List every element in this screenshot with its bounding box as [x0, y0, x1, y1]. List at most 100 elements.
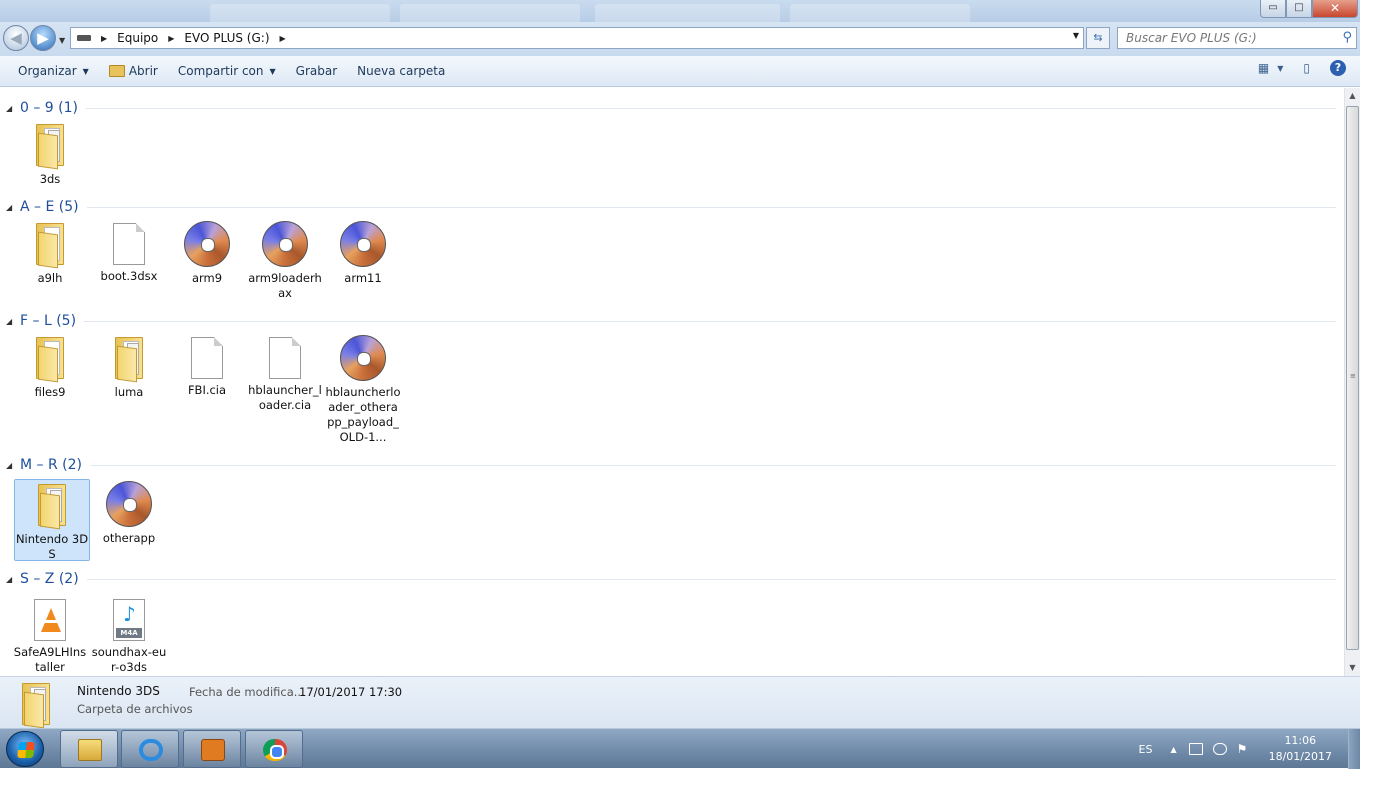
new-folder-label: Nueva carpeta — [357, 64, 446, 78]
share-label: Compartir con — [177, 64, 264, 78]
folder-icon — [20, 681, 52, 728]
close-button[interactable]: ✕ — [1312, 0, 1358, 18]
share-button[interactable]: Compartir con ▼ — [168, 59, 286, 83]
group-title: A – E (5) — [20, 199, 79, 215]
drive-icon — [77, 35, 91, 41]
clock-time: 11:06 — [1284, 734, 1317, 747]
breadcrumb-drive[interactable]: EVO PLUS (G:) — [184, 31, 269, 45]
group-header[interactable]: ◢ M – R (2) — [6, 455, 1336, 475]
back-button[interactable]: ◀ — [3, 25, 29, 51]
help-icon[interactable]: ? — [1330, 60, 1346, 76]
address-bar[interactable]: ▶ Equipo ▶ EVO PLUS (G:) ▶ ▼ — [70, 27, 1084, 49]
start-button[interactable] — [6, 731, 44, 767]
change-view-icon[interactable]: ▦ — [1258, 61, 1269, 75]
group-header[interactable]: ◢ F – L (5) — [6, 311, 1336, 331]
disc-image-icon — [340, 221, 386, 267]
burn-button[interactable]: Grabar — [286, 59, 348, 83]
folder-icon — [34, 122, 66, 170]
taskbar-chrome[interactable] — [245, 730, 303, 768]
minimize-button[interactable]: ▭ — [1260, 0, 1286, 18]
file-item-hblauncher-loader-cia[interactable]: hblauncher_loader.cia — [247, 335, 323, 413]
address-row: ◀ ▶ ▼ ▶ Equipo ▶ EVO PLUS (G:) ▶ ▼ ⇆ Busca… — [0, 22, 1360, 56]
file-item-arm11[interactable]: arm11 — [325, 221, 401, 286]
breadcrumb-equipo[interactable]: Equipo — [117, 31, 158, 45]
file-item-fbi-cia[interactable]: FBI.cia — [169, 335, 245, 398]
file-item-3ds[interactable]: 3ds — [12, 122, 88, 187]
m4a-icon: ♪ M4A — [113, 599, 145, 641]
search-input[interactable]: Buscar EVO PLUS (G:) ⚲ — [1117, 27, 1357, 49]
file-item-luma[interactable]: luma — [91, 335, 167, 400]
disc-image-icon — [262, 221, 308, 267]
group-header[interactable]: ◢ 0 – 9 (1) — [6, 98, 1336, 118]
scroll-down-icon[interactable]: ▼ — [1345, 660, 1360, 676]
file-item-files9[interactable]: files9 — [12, 335, 88, 400]
open-button[interactable]: Abrir — [99, 59, 168, 83]
details-modified-value[interactable]: 17/01/2017 17:30 — [299, 685, 402, 699]
collapse-triangle-icon[interactable]: ◢ — [6, 575, 20, 584]
action-center-flag-icon[interactable]: ⚑ — [1237, 743, 1251, 755]
refresh-button[interactable]: ⇆ — [1086, 27, 1110, 49]
search-icon[interactable]: ⚲ — [1342, 28, 1352, 48]
folder-icon — [113, 335, 145, 383]
scroll-up-icon[interactable]: ▲ — [1345, 88, 1360, 104]
group-header[interactable]: ◢ A – E (5) — [6, 197, 1336, 217]
scroll-thumb[interactable]: ≡ — [1346, 106, 1359, 650]
file-label: arm11 — [344, 271, 382, 285]
command-bar: Organizar ▼ Abrir Compartir con ▼ Grabar N… — [0, 56, 1360, 87]
file-item-boot-3dsx[interactable]: boot.3dsx — [91, 221, 167, 284]
view-dropdown-icon[interactable]: ▼ — [1277, 64, 1283, 73]
details-modified-label: Fecha de modifica... — [189, 685, 305, 699]
show-hidden-icons-icon[interactable]: ▲ — [1170, 745, 1176, 754]
file-item-arm9loaderhax[interactable]: arm9loaderhax — [247, 221, 323, 301]
title-bar[interactable]: ▭ □ ✕ — [0, 0, 1360, 22]
collapse-triangle-icon[interactable]: ◢ — [6, 104, 20, 113]
chevron-right-icon[interactable]: ▶ — [101, 34, 107, 43]
group-header[interactable]: ◢ S – Z (2) — [6, 569, 1336, 589]
explorer-icon — [78, 739, 102, 761]
folder-icon — [36, 482, 68, 530]
system-tray: ES ▲ ⚑ 11:06 18/01/2017 — [1139, 729, 1360, 769]
file-label: arm9loaderhax — [248, 271, 322, 300]
file-item-nintendo-3ds[interactable]: Nintendo 3DS — [14, 479, 90, 561]
collapse-triangle-icon[interactable]: ◢ — [6, 461, 20, 470]
group-title: 0 – 9 (1) — [20, 100, 78, 116]
file-item-arm9[interactable]: arm9 — [169, 221, 245, 286]
preview-pane-icon[interactable]: ▯ — [1303, 61, 1310, 75]
maximize-button[interactable]: □ — [1286, 0, 1312, 18]
group-divider — [86, 107, 1336, 109]
show-desktop-button[interactable] — [1348, 729, 1360, 769]
taskbar-internet-explorer[interactable] — [121, 730, 179, 768]
background-tab — [400, 4, 580, 22]
language-indicator[interactable]: ES — [1139, 743, 1153, 756]
folder-icon — [34, 221, 66, 269]
address-history-dropdown[interactable]: ▼ — [1073, 31, 1079, 40]
collapse-triangle-icon[interactable]: ◢ — [6, 317, 20, 326]
recent-pages-dropdown[interactable]: ▼ — [59, 36, 65, 45]
chevron-right-icon[interactable]: ▶ — [168, 34, 174, 43]
forward-button[interactable]: ▶ — [30, 25, 56, 51]
group-divider — [86, 578, 1336, 580]
vertical-scrollbar[interactable]: ▲ ≡ ▼ — [1344, 88, 1360, 676]
file-label: luma — [114, 385, 144, 399]
sync-icon[interactable] — [1212, 743, 1227, 755]
group-divider — [90, 464, 1336, 466]
collapse-triangle-icon[interactable]: ◢ — [6, 203, 20, 212]
network-icon[interactable] — [1188, 743, 1203, 755]
chevron-down-icon: ▼ — [269, 66, 276, 76]
taskbar-media-player[interactable] — [183, 730, 241, 768]
file-item-soundhax[interactable]: ♪ M4A soundhax-eur-o3ds — [91, 599, 167, 675]
group-title: F – L (5) — [20, 313, 77, 329]
clock[interactable]: 11:06 18/01/2017 — [1269, 733, 1332, 765]
group-title: S – Z (2) — [20, 571, 79, 587]
taskbar-explorer[interactable] — [60, 730, 118, 768]
file-list[interactable]: ◢ 0 – 9 (1) 3ds ◢ A – E (5) a9lh boot.3dsx… — [0, 88, 1344, 676]
chevron-right-icon[interactable]: ▶ — [280, 34, 286, 43]
file-item-safea9lhinstaller[interactable]: SafeA9LHInstaller — [12, 599, 88, 675]
file-item-a9lh[interactable]: a9lh — [12, 221, 88, 286]
file-item-otherapp[interactable]: otherapp — [91, 481, 167, 546]
new-folder-button[interactable]: Nueva carpeta — [347, 59, 455, 83]
file-item-hblauncher-payload[interactable]: hblauncherloader_otherapp_payload_OLD-1.… — [325, 335, 401, 445]
file-label: otherapp — [102, 531, 156, 545]
organize-button[interactable]: Organizar ▼ — [8, 59, 99, 83]
file-label: arm9 — [191, 271, 223, 285]
